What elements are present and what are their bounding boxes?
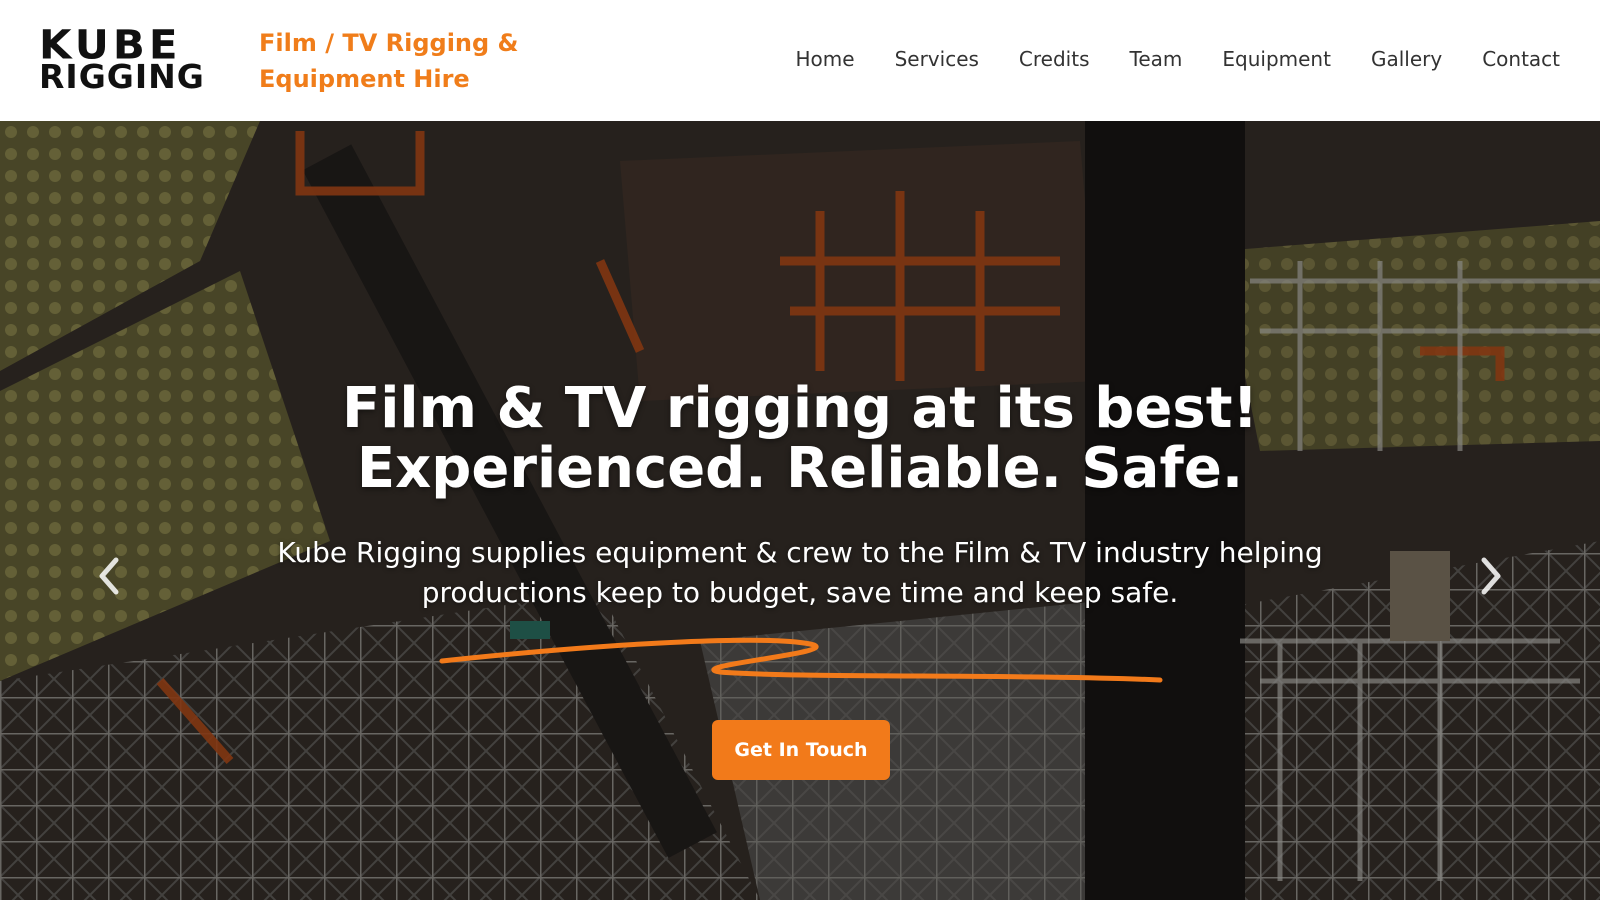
nav-gallery[interactable]: Gallery	[1371, 44, 1442, 74]
chevron-left-icon	[99, 557, 119, 595]
hero-heading: Film & TV rigging at its best! Experienc…	[0, 379, 1600, 499]
slider-next-button[interactable]	[1470, 551, 1510, 601]
hero-overlay	[0, 121, 1600, 900]
nav-team[interactable]: Team	[1130, 44, 1183, 74]
orange-swoosh-divider	[439, 637, 1163, 683]
get-in-touch-button[interactable]: Get In Touch	[712, 720, 890, 780]
slider-prev-button[interactable]	[90, 551, 130, 601]
nav-services[interactable]: Services	[895, 44, 979, 74]
site-header: KUBE RIGGING Film / TV Rigging & Equipme…	[0, 0, 1600, 121]
chevron-right-icon	[1481, 557, 1501, 595]
hero-heading-line1: Film & TV rigging at its best!	[341, 376, 1259, 441]
nav-equipment[interactable]: Equipment	[1222, 44, 1331, 74]
main-nav: Home Services Credits Team Equipment Gal…	[756, 44, 1560, 74]
hero-slider: Film & TV rigging at its best! Experienc…	[0, 121, 1600, 900]
nav-credits[interactable]: Credits	[1019, 44, 1090, 74]
hero-subheading: Kube Rigging supplies equipment & crew t…	[277, 536, 1323, 609]
hero-heading-line2: Experienced. Reliable. Safe.	[356, 436, 1244, 501]
logo-line-kube: KUBE	[39, 21, 182, 68]
nav-home[interactable]: Home	[796, 44, 855, 74]
site-tagline: Film / TV Rigging & Equipment Hire	[259, 29, 519, 93]
kube-rigging-logo[interactable]: KUBE RIGGING	[39, 21, 221, 93]
nav-contact[interactable]: Contact	[1482, 44, 1560, 74]
